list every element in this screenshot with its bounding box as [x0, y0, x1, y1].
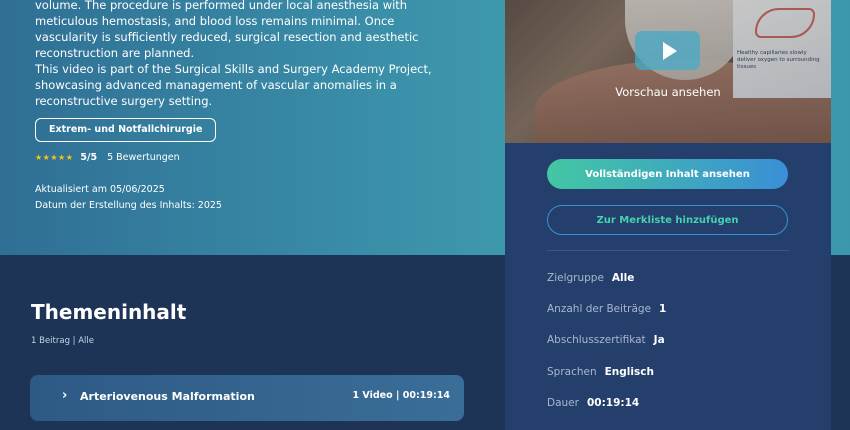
info-label: Abschlusszertifikat — [547, 334, 646, 346]
info-row-posts: Anzahl der Beiträge 1 — [547, 303, 666, 315]
description-line: reconstruction are planned. — [35, 46, 195, 60]
description-line: reconstructive surgery setting. — [35, 94, 213, 108]
accordion-item[interactable]: › Arteriovenous Malformation 1 Video | 0… — [30, 375, 464, 421]
rating-count[interactable]: 5 Bewertungen — [107, 152, 180, 163]
updated-date: Aktualisiert am 05/06/2025 — [35, 184, 165, 195]
description-line: showcasing advanced management of vascul… — [35, 78, 397, 92]
description-line: This video is part of the Surgical Skill… — [35, 62, 432, 76]
description-line: vascularity is sufficiently reduced, sur… — [35, 30, 419, 44]
info-value: 00:19:14 — [586, 397, 640, 409]
accordion-meta: 1 Video | 00:19:14 — [352, 390, 450, 401]
info-row-certificate: Abschlusszertifikat Ja — [547, 334, 665, 346]
accordion-title: Arteriovenous Malformation — [80, 390, 255, 403]
info-label: Dauer — [547, 397, 579, 409]
info-value: Englisch — [604, 366, 654, 378]
info-label: Zielgruppe — [547, 272, 604, 284]
rating-score: 5/5 — [80, 152, 98, 163]
info-value: Alle — [611, 272, 635, 284]
info-row-languages: Sprachen Englisch — [547, 366, 654, 378]
info-row-audience: Zielgruppe Alle — [547, 272, 634, 284]
info-label: Sprachen — [547, 366, 597, 378]
course-card: Healthy capillaries slowly deliver oxyge… — [505, 0, 831, 430]
info-value: 1 — [659, 303, 667, 315]
star-rating-icon: ★★★★★ — [35, 153, 74, 162]
info-row-duration: Dauer 00:19:14 — [547, 397, 639, 409]
preview-label[interactable]: Vorschau ansehen — [505, 85, 831, 99]
info-label: Anzahl der Beiträge — [547, 303, 652, 315]
section-meta: 1 Beitrag | Alle — [31, 336, 94, 346]
description-line: volume. The procedure is performed under… — [35, 0, 408, 12]
play-icon — [662, 41, 677, 60]
rating: ★★★★★ 5/5 5 Bewertungen — [35, 152, 180, 163]
description-line: meticulous hemostasis, and blood loss re… — [35, 14, 395, 28]
divider — [547, 250, 789, 251]
play-button[interactable] — [635, 31, 700, 70]
creation-date: Datum der Erstellung des Inhalts: 2025 — [35, 200, 222, 211]
view-full-content-button[interactable]: Vollständigen Inhalt ansehen — [547, 159, 788, 189]
video-preview[interactable]: Healthy capillaries slowly deliver oxyge… — [505, 0, 831, 143]
section-title: Themeninhalt — [31, 300, 187, 324]
info-value: Ja — [653, 334, 665, 346]
course-description: volume. The procedure is performed under… — [35, 0, 475, 109]
add-to-watchlist-button[interactable]: Zur Merkliste hinzufügen — [547, 205, 788, 235]
chevron-right-icon: › — [62, 388, 68, 403]
category-tag[interactable]: Extrem- und Notfallchirurgie — [35, 118, 217, 142]
